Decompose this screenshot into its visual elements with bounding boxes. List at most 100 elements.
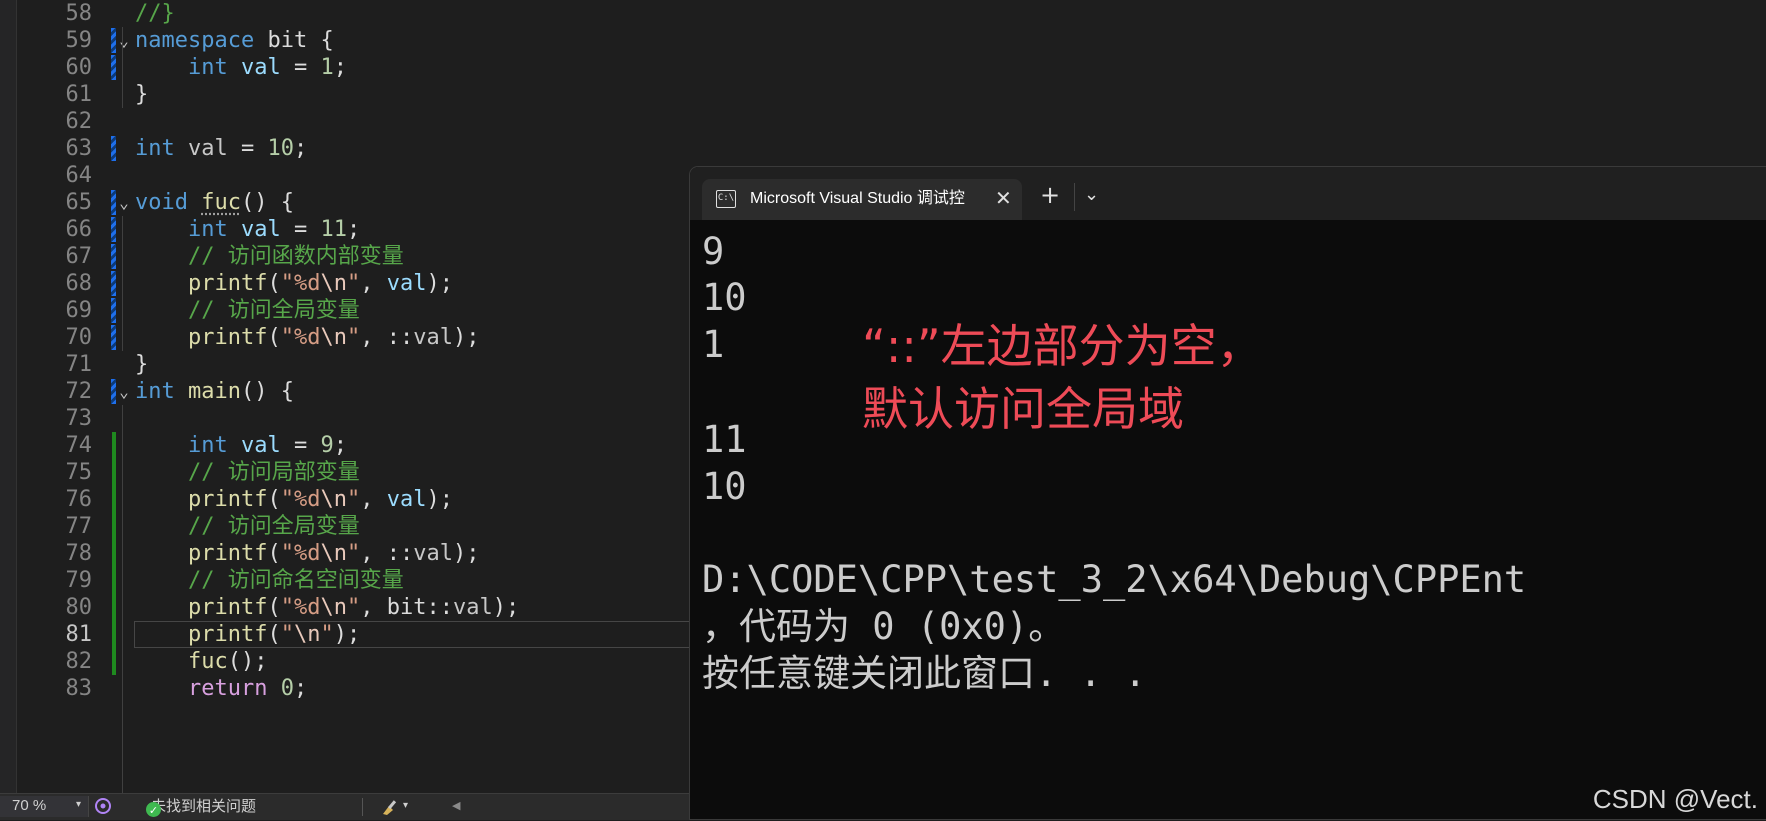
code-line[interactable]: 61} [0,81,1766,108]
change-marker [111,55,116,80]
line-number: 76 [65,487,93,512]
code-token: "%d [280,271,321,296]
code-token: () { [240,379,294,404]
fold-chevron-icon[interactable]: ⌄ [116,378,132,405]
code-text[interactable]: return 0; [135,675,307,702]
code-token: // 访问命名空间变量 [187,568,404,593]
code-token: " [346,541,361,566]
issues-indicator[interactable]: ✓ 未找到相关问题 [146,798,257,817]
line-number: 68 [65,271,93,296]
code-line[interactable]: 59 ⌄ namespace bit { [0,27,1766,54]
code-text[interactable]: int val = 9; [135,432,347,459]
line-number: 70 [65,325,93,350]
code-line[interactable]: 58 //} [0,0,1766,27]
indent-guide [122,27,123,108]
code-token: printf [187,487,268,512]
current-line-highlight [134,621,694,648]
terminal-tab-bar: C:\ Microsoft Visual Studio 调试控 ✕ + ⌄ [690,167,1766,220]
code-text[interactable]: printf("%d\n", val); [135,486,453,513]
code-token: // 访问局部变量 [187,460,360,485]
code-token: } [135,82,149,107]
terminal-tab[interactable]: C:\ Microsoft Visual Studio 调试控 ✕ [702,179,1022,220]
code-text[interactable]: } [135,81,148,108]
fold-chevron-icon[interactable]: ⌄ [116,27,132,54]
code-text[interactable]: namespace bit { [135,27,334,54]
code-text[interactable]: // 访问局部变量 [135,459,360,486]
code-text[interactable]: int val = 10; [135,135,307,162]
code-text[interactable]: } [135,351,148,378]
change-marker [112,540,116,567]
close-icon[interactable]: ✕ [995,187,1012,209]
code-token: return [187,676,268,701]
code-text[interactable]: //} [135,0,175,27]
cleanup-brush-icon[interactable] [380,798,402,821]
code-token: ( [267,595,281,620]
line-number: 66 [65,217,93,242]
code-line[interactable]: 63 int val = 10; [0,135,1766,162]
fold-chevron-icon[interactable]: ⌄ [116,189,132,216]
terminal-output-line: 9 [702,230,725,273]
code-text[interactable]: printf("%d\n", ::val); [135,324,479,351]
console-icon: C:\ [716,190,736,208]
code-token: val [227,433,281,458]
indent-guide [122,216,123,351]
code-text[interactable]: // 访问全局变量 [135,513,360,540]
code-token: , :: [360,541,414,566]
code-token: main [188,379,241,404]
chevron-down-icon[interactable]: ⌄ [1084,183,1099,207]
code-token: int [135,379,175,404]
terminal-output-line: ，代码为 0 (0x0)。 [702,605,1066,648]
scroll-left-icon[interactable]: ◀ [452,797,460,815]
add-tab-icon[interactable]: + [1040,183,1060,207]
code-text[interactable]: printf("%d\n", bit::val); [135,594,519,621]
code-token: // 访问全局变量 [187,298,360,323]
terminal-window[interactable]: C:\ Microsoft Visual Studio 调试控 ✕ + ⌄ 91… [690,167,1766,819]
annotation-line-2: 默认访问全局域 [862,382,1184,436]
zoom-selector[interactable]: 70 % ▾ [0,796,89,817]
change-marker [112,594,116,621]
code-token: ; [333,433,347,458]
code-text[interactable]: // 访问命名空间变量 [135,567,404,594]
code-text[interactable]: void fuc() { [135,189,294,216]
code-line[interactable]: 60 int val = 1; [0,54,1766,81]
code-token: () { [240,190,294,215]
code-token: //} [135,1,175,26]
code-token: " [346,487,361,512]
indent-guide [122,405,123,793]
code-text[interactable]: printf("%d\n", val); [135,270,453,297]
code-text[interactable]: // 访问函数内部变量 [135,243,404,270]
line-number: 77 [65,514,93,539]
chevron-down-icon: ▾ [76,799,82,810]
code-text[interactable]: fuc(); [135,648,268,675]
line-number: 67 [65,244,93,269]
issues-text: 未找到相关问题 [151,798,257,815]
code-text[interactable]: printf("%d\n", ::val); [135,540,479,567]
code-text[interactable]: // 访问全局变量 [135,297,360,324]
change-marker [111,325,116,350]
copilot-icon[interactable] [94,797,112,820]
code-text[interactable]: int val = 1; [135,54,347,81]
code-text[interactable]: int main() { [135,378,294,405]
code-token: void [135,190,188,215]
chevron-down-icon[interactable]: ▾ [403,797,408,815]
line-number: 83 [65,676,93,701]
code-token: val [227,55,281,80]
change-marker [111,298,116,323]
zoom-level: 70 % [12,797,47,814]
code-line[interactable]: 62 [0,108,1766,135]
code-token: "%d [280,487,321,512]
line-number: 63 [65,136,93,161]
code-token: ; [293,136,308,161]
line-number: 58 [65,1,93,26]
code-text[interactable]: int val = 11; [135,216,360,243]
code-token: \n [320,487,347,512]
code-token: 9 [320,433,334,458]
